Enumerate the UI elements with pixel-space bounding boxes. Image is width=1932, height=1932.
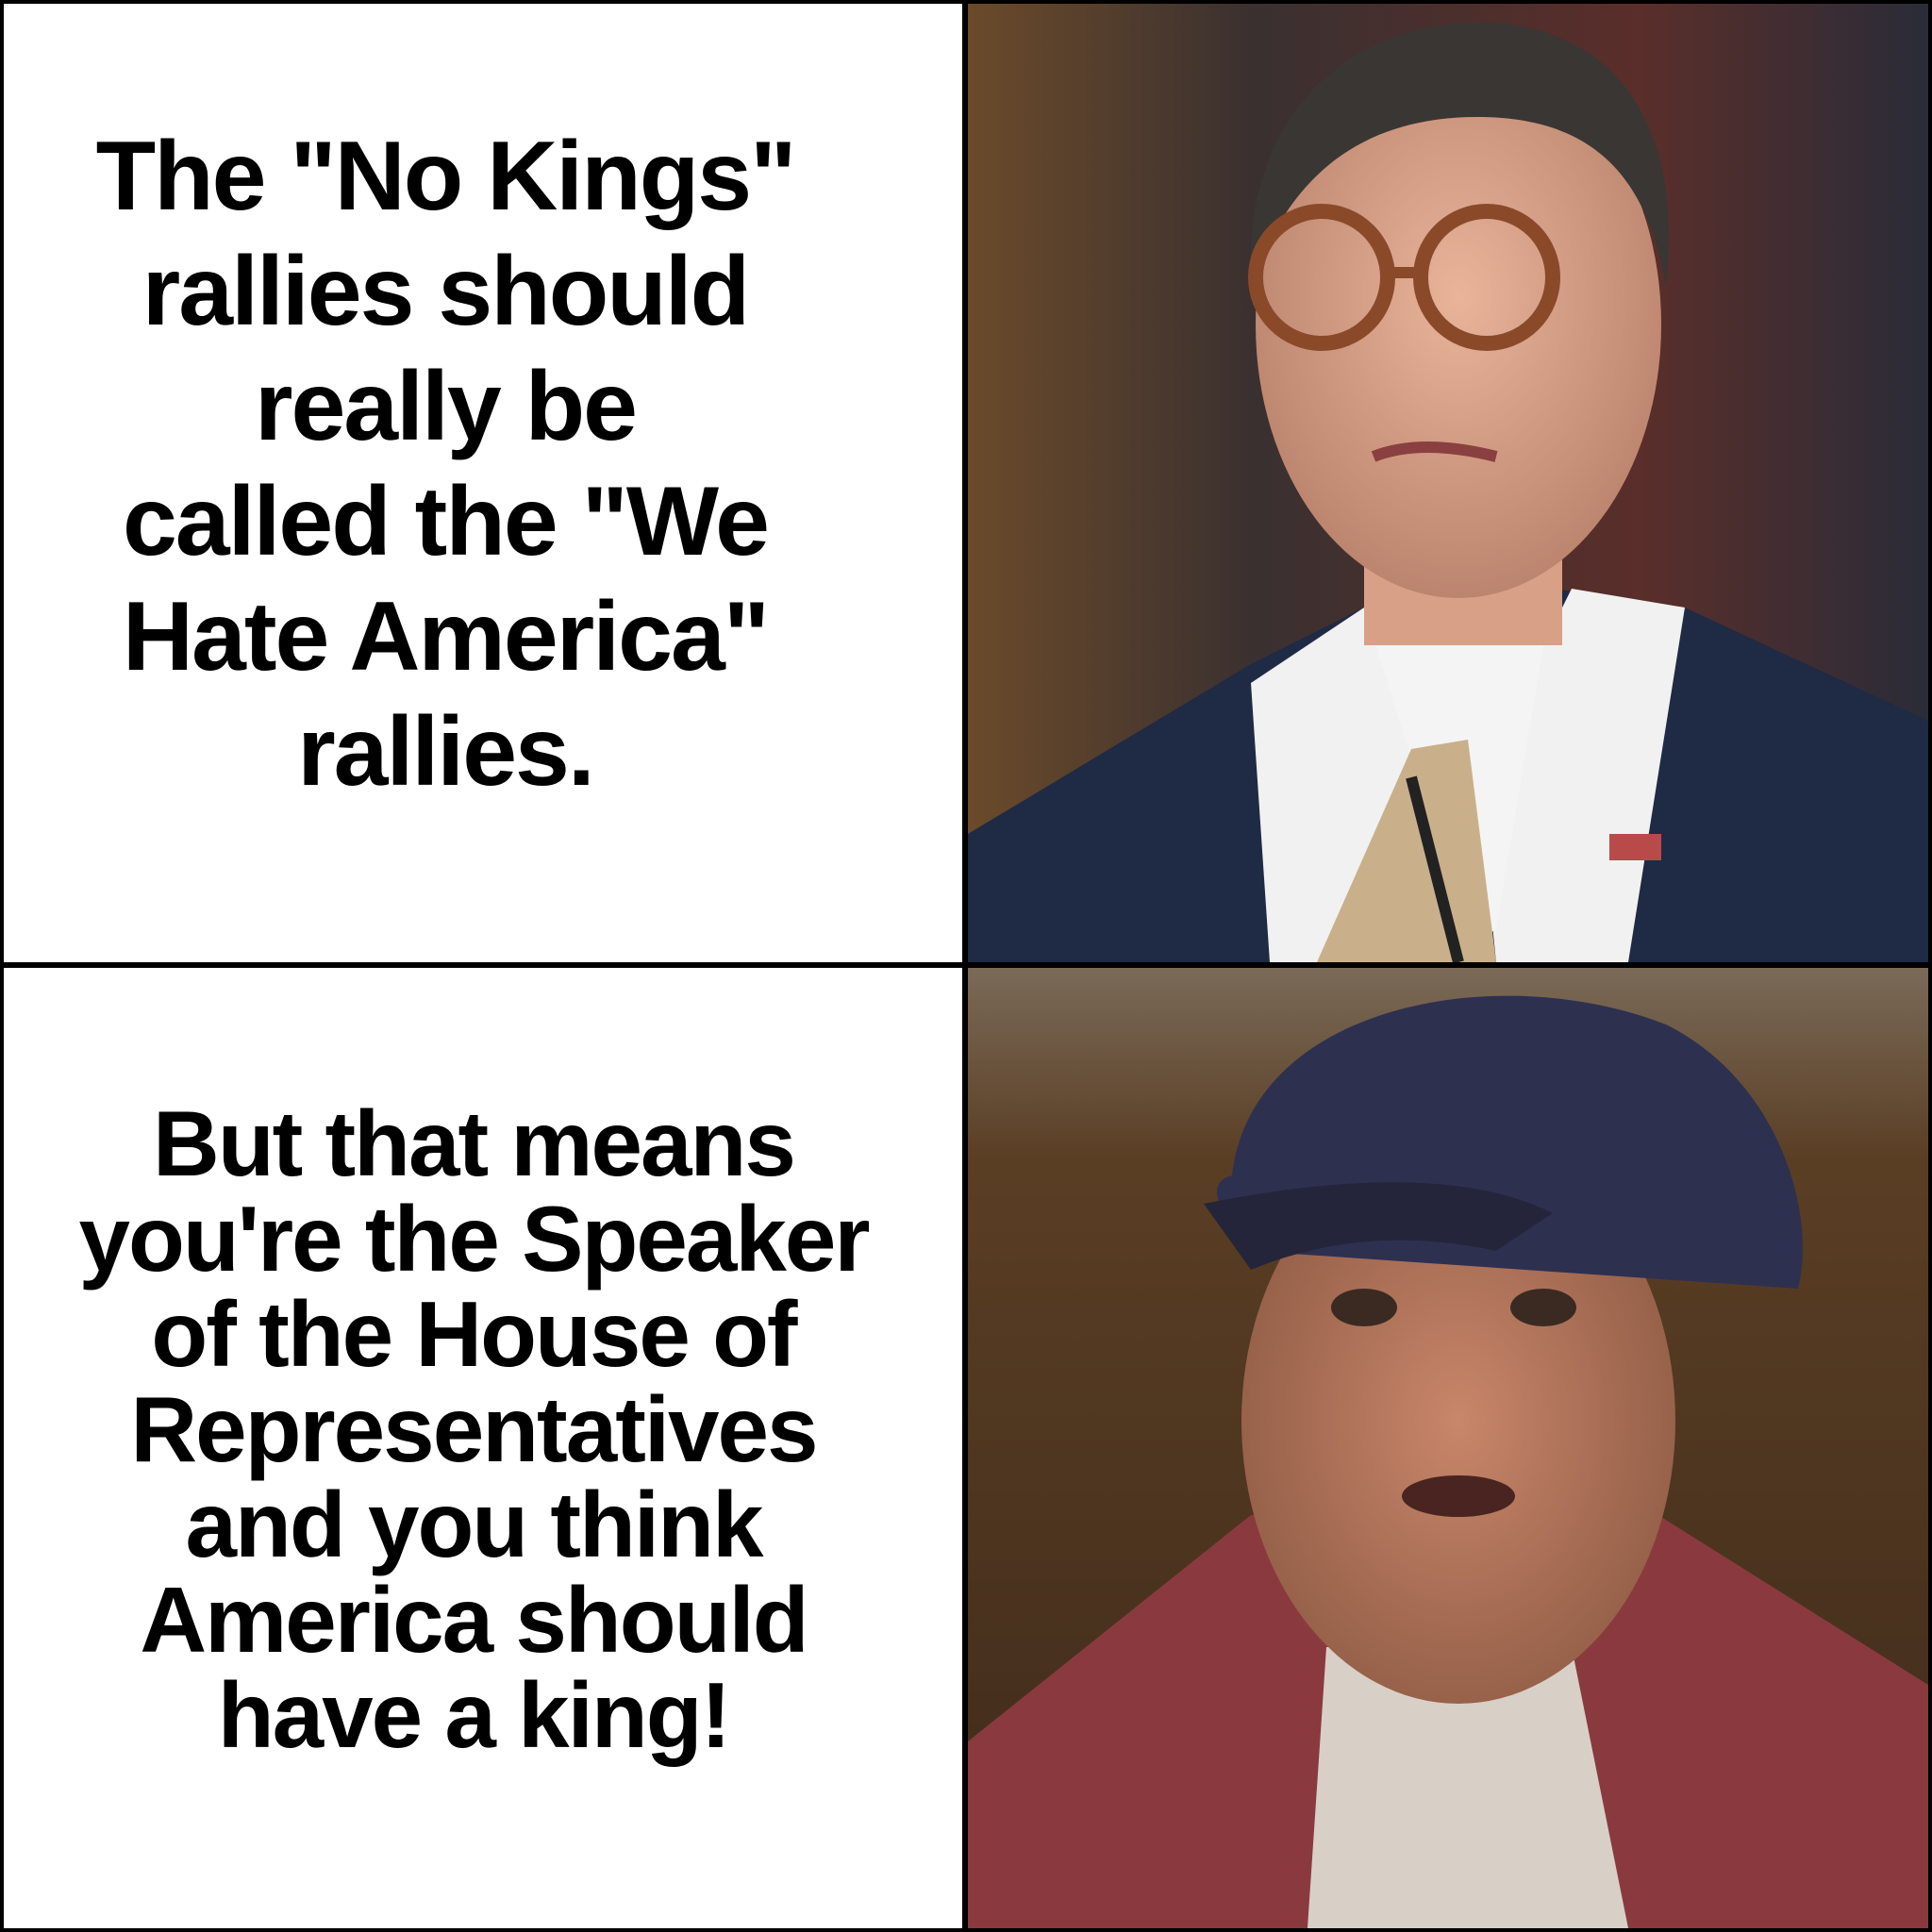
caption-line: of the House of bbox=[151, 1281, 797, 1386]
top-text-panel: The "No Kings" rallies should really be … bbox=[4, 4, 962, 962]
caption-line: America should bbox=[140, 1567, 808, 1672]
caption-line: But that means bbox=[153, 1091, 796, 1195]
caption-line: Representatives bbox=[130, 1376, 818, 1481]
meme: The "No Kings" rallies should really be … bbox=[0, 0, 1932, 1932]
caption-line: rallies should bbox=[142, 237, 750, 346]
caption-line: Hate America" bbox=[122, 582, 770, 691]
caption-line: The "No Kings" bbox=[95, 122, 797, 231]
bottom-photo bbox=[968, 968, 1928, 1928]
caption-line: called the "We bbox=[122, 467, 770, 576]
caption-line: and you think bbox=[185, 1472, 763, 1576]
top-caption: The "No Kings" rallies should really be … bbox=[95, 119, 797, 809]
caption-line: rallies. bbox=[297, 697, 595, 807]
caption-line: really be bbox=[254, 352, 638, 461]
caption-line: have a king! bbox=[217, 1662, 731, 1767]
caption-line: you're the Speaker bbox=[78, 1186, 870, 1291]
top-photo bbox=[968, 4, 1928, 962]
bottom-text-panel: But that means you're the Speaker of the… bbox=[4, 968, 962, 1928]
bottom-caption: But that means you're the Speaker of the… bbox=[78, 1091, 870, 1767]
